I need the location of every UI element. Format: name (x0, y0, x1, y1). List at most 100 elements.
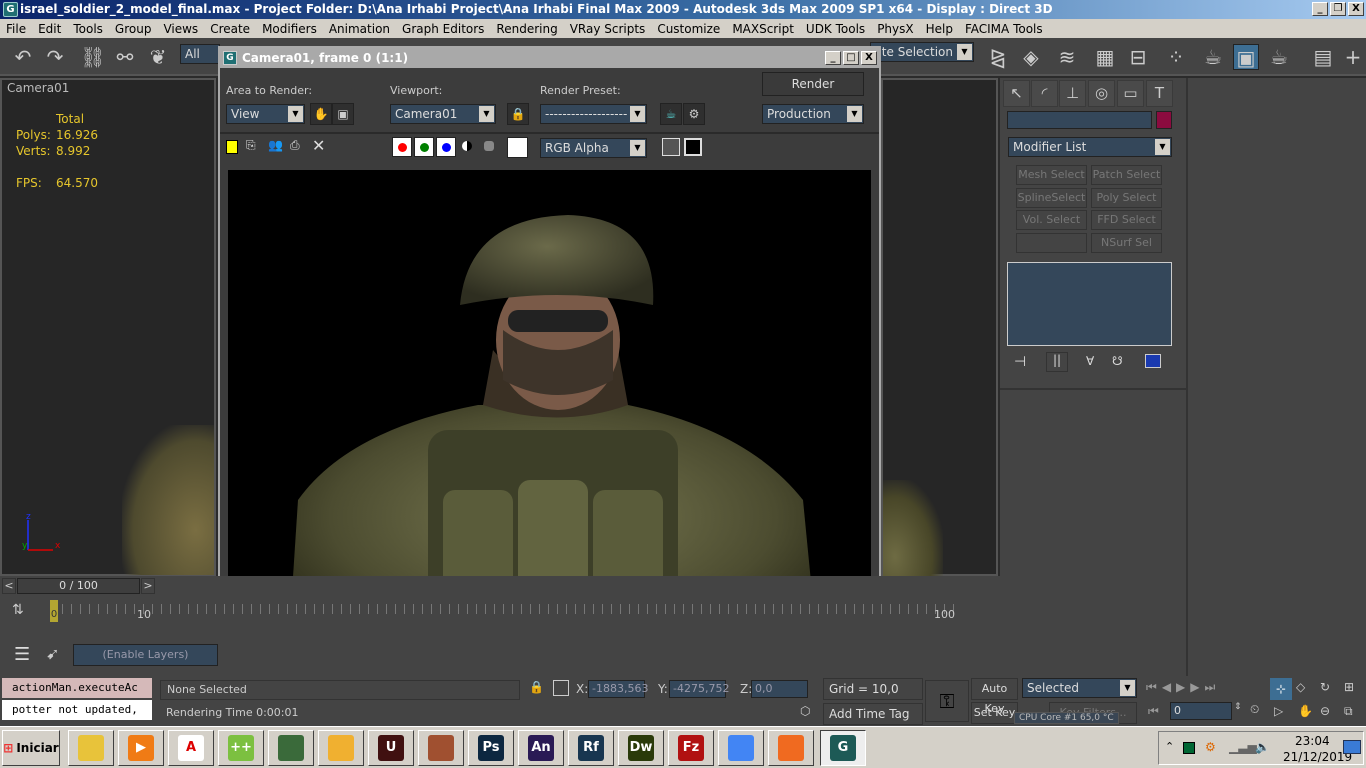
volume-icon[interactable]: 🔈 (1255, 740, 1270, 754)
menu-facima-tools[interactable]: FACIMA Tools (959, 22, 1049, 36)
time-slider[interactable]: 0 / 100 (17, 578, 140, 594)
monochrome-icon[interactable] (484, 141, 494, 151)
menu-graph-editors[interactable]: Graph Editors (396, 22, 490, 36)
menu-create[interactable]: Create (204, 22, 256, 36)
curve-editor-icon[interactable]: ▦ (1092, 44, 1118, 70)
unlink-icon[interactable]: ⚯ (112, 44, 138, 70)
menu-tools[interactable]: Tools (67, 22, 109, 36)
nsurf-sel-button[interactable]: NSurf Sel (1091, 233, 1162, 253)
display-channel-dropdown[interactable]: RGB Alpha ▼ (540, 138, 647, 158)
spline-select-button[interactable]: SplineSelect (1016, 188, 1087, 208)
bind-spacewarp-icon[interactable]: ❦ (145, 44, 171, 70)
undo-icon[interactable]: ↶ (10, 44, 36, 70)
clear-image-icon[interactable]: ✕ (312, 136, 325, 155)
layer-manager-icon[interactable]: ☰ (14, 644, 30, 665)
maxscript-listener-mini[interactable]: actionMan.executeAc (2, 678, 152, 698)
taskbar-app-acrobat[interactable]: A (168, 730, 214, 766)
pin-stack-icon[interactable]: ⊣ (1014, 354, 1026, 370)
taskbar-app-firefox[interactable] (768, 730, 814, 766)
zoom-extents-icon[interactable]: ⊹ (1270, 678, 1292, 700)
taskbar-app-vs-installer[interactable] (318, 730, 364, 766)
rendered-frame-icon[interactable]: ▣ (1233, 44, 1259, 70)
blue-channel-toggle[interactable] (436, 137, 456, 157)
menu-maxscript[interactable]: MAXScript (726, 22, 800, 36)
maxscript-output-mini[interactable]: potter not updated, (2, 700, 152, 720)
key-mode-dropdown[interactable]: Selected ▼ (1022, 678, 1137, 698)
ffd-select-button[interactable]: FFD Select (1091, 210, 1162, 230)
signal-icon[interactable]: ▁▃▅ (1229, 740, 1257, 754)
maxscript-listener-icon[interactable]: ▤ (1310, 44, 1336, 70)
menu-animation[interactable]: Animation (323, 22, 396, 36)
background-color-swatch[interactable] (507, 137, 528, 158)
environment-effects-icon[interactable]: ⚙ (683, 103, 705, 125)
field-of-view-icon[interactable]: ◇ (1296, 680, 1305, 694)
green-channel-toggle[interactable] (414, 137, 434, 157)
time-slider-thumb[interactable]: 0 (50, 600, 58, 622)
modifier-list-dropdown[interactable]: Modifier List ▼ (1008, 137, 1172, 157)
viewport-dropdown[interactable]: Camera01 ▼ (390, 104, 496, 124)
add-icon[interactable]: + (1340, 44, 1366, 70)
restore-button[interactable]: ❐ (1330, 2, 1346, 16)
render-setup-icon[interactable]: ☕ (660, 103, 682, 125)
set-key-button[interactable]: Set Key (971, 702, 1018, 724)
menu-customize[interactable]: Customize (651, 22, 726, 36)
redo-icon[interactable]: ↷ (42, 44, 68, 70)
align-icon[interactable]: ◈ (1018, 44, 1044, 70)
remove-modifier-icon[interactable]: ☋ (1112, 354, 1123, 368)
object-color-swatch[interactable] (1156, 111, 1172, 129)
3dsmax-app-icon[interactable]: G (3, 2, 18, 17)
next-frame-icon[interactable]: ▶ (1190, 680, 1204, 694)
x-coordinate-field[interactable]: -1883,563 (588, 680, 648, 698)
toggle-ui-overlay-icon[interactable] (662, 138, 680, 156)
utilities-tab[interactable]: T (1146, 80, 1173, 107)
modifier-stack-list[interactable] (1007, 262, 1172, 346)
taskbar-app-game-rifle[interactable] (418, 730, 464, 766)
set-key-icon[interactable]: ⚿ (925, 680, 969, 722)
menu-file[interactable]: File (0, 22, 32, 36)
auto-region-icon[interactable]: ▣ (332, 103, 354, 125)
viewport-label[interactable]: Camera01 (7, 81, 69, 95)
z-coordinate-field[interactable]: 0,0 (751, 680, 808, 698)
taskbar-app-filezilla[interactable]: Fz (668, 730, 714, 766)
taskbar-app-photoshop[interactable]: Ps (468, 730, 514, 766)
link-icon[interactable]: ⛓ (80, 44, 106, 70)
taskbar-app-unreal-engine[interactable]: U (368, 730, 414, 766)
create-tab[interactable]: ↖ (1003, 80, 1030, 107)
render-window-minimize[interactable]: _ (825, 51, 841, 65)
prev-frame-button[interactable]: < (2, 578, 16, 594)
network-shield-tray-icon[interactable]: ⚙ (1205, 740, 1216, 754)
play-icon[interactable]: ▶ (1176, 680, 1190, 694)
modify-tab[interactable]: ◜ (1031, 80, 1058, 107)
copy-image-icon[interactable]: ⎘ (246, 138, 256, 153)
viewport-right-region[interactable] (881, 78, 998, 576)
toggle-ui-icon[interactable] (684, 138, 702, 156)
select-layer-icon[interactable]: ➹ (46, 644, 59, 663)
render-mode-dropdown[interactable]: Production ▼ (762, 104, 864, 124)
poly-select-button[interactable]: Poly Select (1091, 188, 1162, 208)
show-end-result-icon[interactable]: || (1046, 352, 1068, 372)
show-desktop-icon[interactable] (1343, 740, 1361, 754)
area-to-render-dropdown[interactable]: View ▼ (226, 104, 305, 124)
clone-window-icon[interactable]: 👥 (268, 138, 283, 152)
previous-frame-icon[interactable]: ◀ (1162, 680, 1176, 694)
taskbar-app-reflow[interactable]: Rf (568, 730, 614, 766)
layers-icon[interactable]: ≋ (1054, 44, 1080, 70)
display-tab[interactable]: ▭ (1117, 80, 1144, 107)
mini-curve-editor-icon[interactable]: ⇅ (12, 602, 24, 618)
dolly-icon[interactable]: ▷ (1274, 704, 1283, 718)
menu-physx[interactable]: PhysX (871, 22, 919, 36)
edit-region-icon[interactable]: ✋ (310, 103, 332, 125)
taskbar-app-animate[interactable]: An (518, 730, 564, 766)
menu-udk-tools[interactable]: UDK Tools (800, 22, 871, 36)
absolute-mode-icon[interactable] (553, 680, 569, 696)
patch-select-button[interactable]: Patch Select (1091, 165, 1162, 185)
menu-views[interactable]: Views (157, 22, 204, 36)
orbit-icon[interactable]: ↻ (1320, 680, 1330, 694)
frame-spinner[interactable]: ⇕ (1234, 702, 1242, 712)
menu-modifiers[interactable]: Modifiers (256, 22, 323, 36)
render-button[interactable]: Render (762, 72, 864, 96)
lock-viewport-icon[interactable]: 🔒 (507, 103, 529, 125)
alpha-channel-icon[interactable] (462, 141, 472, 151)
configure-modifier-sets-icon[interactable] (1145, 354, 1161, 368)
taskbar-app-tweaking-app[interactable] (68, 730, 114, 766)
